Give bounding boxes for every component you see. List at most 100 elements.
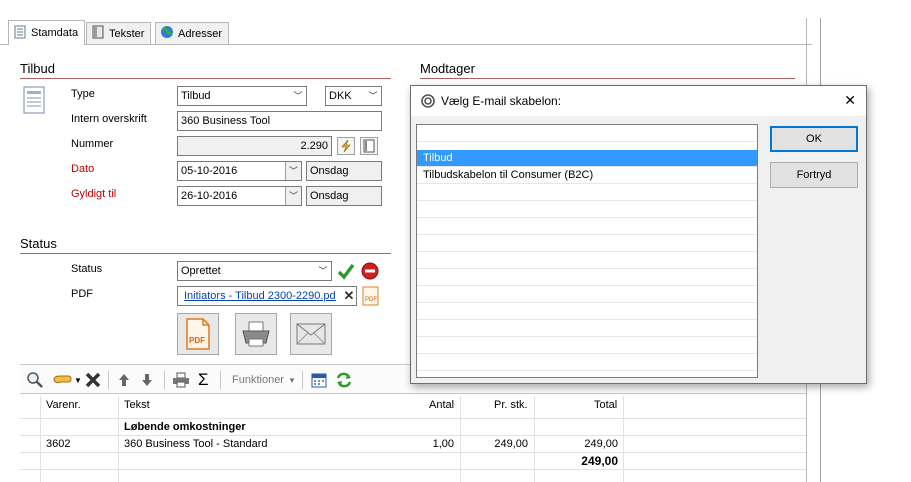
- chevron-down-icon[interactable]: ﹀: [290, 87, 306, 105]
- pdf-file-icon[interactable]: PDF: [361, 286, 381, 309]
- dialog-titlebar: Vælg E-mail skabelon: ✕: [411, 86, 866, 116]
- column-header-tekst[interactable]: Tekst: [124, 399, 150, 411]
- toolbar-separator: [108, 371, 109, 389]
- table-row-tekst[interactable]: Løbende omkostninger: [124, 421, 246, 433]
- arrow-down-icon[interactable]: [140, 370, 154, 390]
- list-item-tilbud[interactable]: Tilbud: [417, 150, 757, 167]
- offer-document-icon: [22, 86, 48, 119]
- print-button[interactable]: [235, 313, 277, 355]
- globe-icon: [160, 25, 174, 42]
- list-item: [417, 303, 757, 320]
- printer-icon[interactable]: [172, 370, 190, 390]
- column-header-antal[interactable]: Antal: [429, 399, 454, 411]
- delete-x-icon[interactable]: [84, 370, 102, 390]
- gyldigt-weekday: Onsdag: [306, 186, 382, 206]
- section-title-modtager: Modtager: [420, 61, 475, 76]
- chevron-down-icon[interactable]: ﹀: [365, 87, 381, 105]
- chevron-down-icon[interactable]: ﹀: [285, 187, 301, 205]
- grid-row-line: [20, 469, 806, 470]
- nummer-input: 2.290: [177, 136, 332, 156]
- nummer-label: Nummer: [71, 138, 114, 150]
- list-item: [417, 337, 757, 354]
- pdf-filename[interactable]: Initiators - Tilbud 2300-2290.pdf: [184, 287, 336, 305]
- pdf-document-icon: PDF: [186, 318, 210, 350]
- type-label: Type: [71, 88, 95, 100]
- email-template-dialog: Vælg E-mail skabelon: ✕ Tilbud Tilbudska…: [410, 85, 867, 384]
- book-icon: [91, 25, 105, 42]
- lightning-icon[interactable]: [337, 137, 355, 155]
- tab-divider: [0, 44, 812, 45]
- column-header-pris[interactable]: Pr. stk.: [494, 399, 528, 411]
- column-header-varenr[interactable]: Varenr.: [46, 399, 81, 411]
- notebook-icon[interactable]: [360, 137, 378, 155]
- add-line-hand-icon[interactable]: ▼: [52, 370, 82, 390]
- list-item: [417, 125, 757, 142]
- document-icon: [13, 25, 27, 42]
- section-title-tilbud: Tilbud: [20, 61, 55, 76]
- list-item: [417, 252, 757, 269]
- email-button[interactable]: [290, 313, 332, 355]
- envelope-icon: [296, 323, 326, 345]
- chevron-down-icon[interactable]: ﹀: [285, 162, 301, 180]
- list-item: [417, 184, 757, 201]
- app-logo-icon: [421, 94, 435, 108]
- close-icon[interactable]: ✕: [844, 92, 856, 109]
- section-rule: [20, 78, 391, 79]
- list-item: [417, 286, 757, 303]
- pdf-link[interactable]: Initiators - Tilbud 2300-2290.pdf ✕: [177, 286, 357, 306]
- cancel-button[interactable]: Fortryd: [770, 162, 858, 188]
- approve-check-icon[interactable]: [336, 261, 356, 284]
- grid-header: Varenr. Tekst Antal Pr. stk. Total: [20, 394, 806, 418]
- currency-select[interactable]: DKK ﹀: [325, 86, 382, 106]
- dialog-title: Vælg E-mail skabelon:: [441, 94, 562, 108]
- dato-label: Dato: [71, 163, 95, 175]
- arrow-up-icon[interactable]: [117, 370, 131, 390]
- gyldigt-input[interactable]: 26-10-2016 ﹀: [177, 186, 302, 206]
- tab-stamdata[interactable]: Stamdata: [8, 20, 86, 45]
- section-title-status: Status: [20, 236, 57, 251]
- list-item: [417, 320, 757, 337]
- functions-label: Funktioner: [232, 374, 284, 386]
- table-row-antal[interactable]: 1,00: [420, 438, 454, 450]
- tab-adresser[interactable]: Adresser: [155, 22, 230, 44]
- toolbar-separator: [220, 371, 221, 389]
- list-item: [417, 201, 757, 218]
- tab-label: Stamdata: [31, 27, 79, 39]
- grand-total: 249,00: [581, 454, 618, 468]
- table-row-pris[interactable]: 249,00: [480, 438, 528, 450]
- cancel-stop-icon[interactable]: [360, 261, 380, 284]
- intern-input[interactable]: 360 Business Tool: [177, 111, 382, 131]
- tab-label: Adresser: [178, 27, 223, 40]
- svg-text:PDF: PDF: [189, 336, 205, 345]
- close-icon[interactable]: ✕: [342, 287, 356, 305]
- grid-row-line: [20, 452, 806, 453]
- dato-weekday: Onsdag: [306, 161, 382, 181]
- section-rule: [20, 253, 391, 254]
- dato-input[interactable]: 05-10-2016 ﹀: [177, 161, 302, 181]
- sum-sigma-icon[interactable]: Σ: [198, 370, 209, 390]
- dato-value: 05-10-2016: [181, 165, 238, 177]
- intern-label: Intern overskrift: [71, 113, 147, 125]
- refresh-icon[interactable]: [335, 370, 353, 390]
- tab-tekster[interactable]: Tekster: [86, 22, 152, 44]
- ok-button[interactable]: OK: [770, 126, 858, 152]
- type-value: Tilbud: [181, 90, 211, 102]
- template-list[interactable]: Tilbud Tilbudskabelon til Consumer (B2C): [416, 124, 758, 378]
- grid-row-line: [20, 418, 806, 419]
- table-row-varenr[interactable]: 3602: [46, 438, 70, 450]
- zoom-search-icon[interactable]: [26, 370, 44, 390]
- table-row-total[interactable]: 249,00: [560, 438, 618, 450]
- list-item-b2c[interactable]: Tilbudskabelon til Consumer (B2C): [417, 167, 757, 184]
- type-select[interactable]: Tilbud ﹀: [177, 86, 307, 106]
- status-select[interactable]: Oprettet ﹀: [177, 261, 332, 281]
- toolbar-separator: [302, 371, 303, 389]
- column-header-total[interactable]: Total: [594, 399, 617, 411]
- list-item: [417, 354, 757, 371]
- chevron-down-icon[interactable]: ﹀: [315, 262, 331, 280]
- pdf-export-button[interactable]: PDF: [177, 313, 219, 355]
- tab-label: Tekster: [109, 27, 145, 40]
- calendar-icon[interactable]: [311, 370, 327, 390]
- functions-menu[interactable]: Funktioner ▼: [232, 370, 296, 390]
- gyldigt-value: 26-10-2016: [181, 190, 238, 202]
- table-row-tekst[interactable]: 360 Business Tool - Standard: [124, 438, 268, 450]
